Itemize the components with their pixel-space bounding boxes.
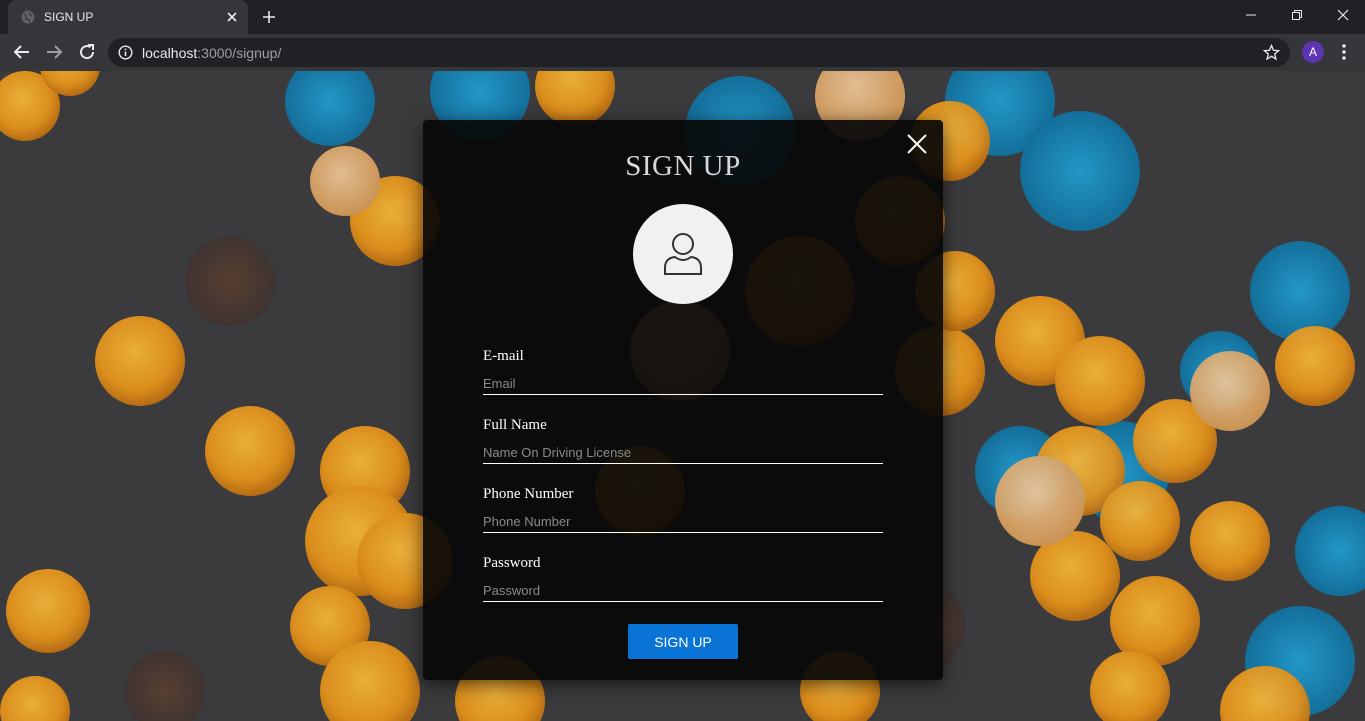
more-vert-icon[interactable] [1336, 42, 1352, 62]
profile-avatar[interactable]: A [1302, 41, 1324, 63]
url-path: :3000/signup/ [197, 45, 282, 61]
password-group: Password [483, 555, 883, 605]
globe-icon [21, 10, 35, 24]
bookmark-star-icon[interactable] [1263, 44, 1280, 61]
phone-group: Phone Number [483, 486, 883, 536]
tab-strip: SIGN UP [0, 0, 1365, 34]
phone-field[interactable] [483, 513, 883, 533]
user-avatar [633, 204, 733, 304]
modal-title: SIGN UP [625, 150, 741, 182]
password-field[interactable] [483, 582, 883, 602]
password-label: Password [483, 555, 541, 571]
restore-icon [1292, 10, 1302, 20]
close-icon [1337, 9, 1349, 21]
minimize-icon [1246, 14, 1256, 16]
browser-toolbar: localhost:3000/signup/ A [0, 34, 1365, 71]
new-tab-icon[interactable] [261, 9, 277, 25]
tab-title: SIGN UP [44, 10, 94, 24]
page-viewport: SIGN UP E-mail Full Name Phone Number Pa… [0, 71, 1365, 721]
email-label: E-mail [483, 348, 524, 364]
arrow-left-icon [13, 45, 29, 59]
arrow-right-icon [47, 45, 63, 59]
full-name-group: Full Name [483, 417, 883, 467]
phone-label: Phone Number [483, 486, 574, 502]
close-window-button[interactable] [1320, 0, 1365, 30]
email-field[interactable] [483, 375, 883, 395]
close-tab-icon[interactable] [224, 9, 240, 25]
user-icon [664, 233, 702, 275]
forward-button[interactable] [42, 40, 66, 64]
back-button[interactable] [10, 40, 34, 64]
info-icon[interactable] [118, 45, 133, 60]
signup-button[interactable]: SIGN UP [628, 624, 738, 659]
minimize-button[interactable] [1228, 0, 1274, 30]
browser-tab[interactable]: SIGN UP [8, 0, 248, 34]
restore-button[interactable] [1274, 0, 1320, 30]
url-text[interactable]: localhost:3000/signup/ [142, 45, 281, 61]
full-name-label: Full Name [483, 417, 547, 433]
address-bar[interactable]: localhost:3000/signup/ [108, 38, 1290, 67]
reload-button[interactable] [75, 40, 99, 64]
full-name-field[interactable] [483, 444, 883, 464]
reload-icon [80, 44, 95, 60]
email-group: E-mail [483, 348, 883, 398]
signup-modal: SIGN UP E-mail Full Name Phone Number Pa… [423, 120, 943, 680]
url-host: localhost [142, 45, 198, 61]
